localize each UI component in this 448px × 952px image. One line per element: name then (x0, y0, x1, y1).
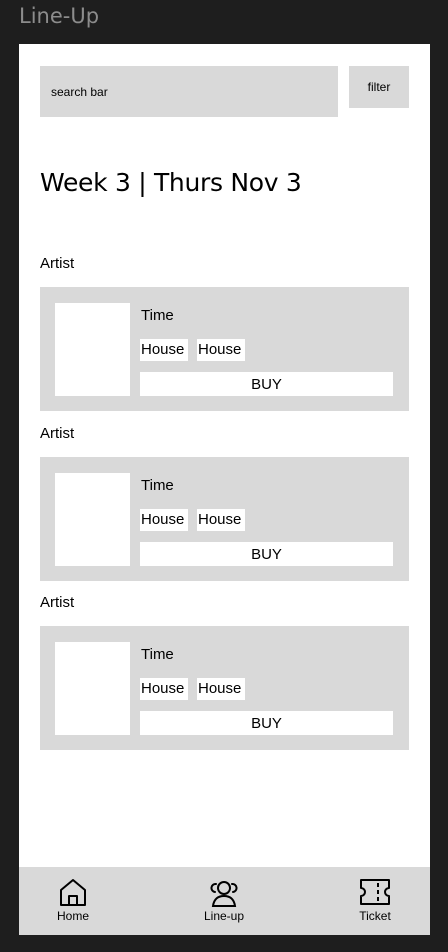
people-icon (210, 881, 238, 907)
artist-image (55, 303, 130, 396)
app-screen: search bar filter Week 3 | Thurs Nov 3 A… (19, 44, 430, 935)
genre-tag: House (197, 678, 245, 700)
buy-button[interactable]: BUY (140, 542, 393, 566)
tab-line-up[interactable]: Line-up (184, 875, 264, 923)
genre-tag: House (140, 509, 188, 531)
genre-tag: House (197, 339, 245, 361)
tab-ticket-label: Ticket (359, 909, 391, 923)
home-icon (60, 879, 86, 906)
artist-card: Time House House BUY (40, 287, 409, 411)
search-placeholder: search bar (51, 84, 108, 99)
search-input[interactable]: search bar (40, 66, 338, 117)
genre-tag: House (197, 509, 245, 531)
artist-name: Artist (40, 255, 75, 272)
artist-card: Time House House BUY (40, 626, 409, 750)
tab-line-up-label: Line-up (203, 909, 245, 923)
artist-image (55, 473, 130, 566)
ticket-icon (360, 879, 390, 905)
artist-card: Time House House BUY (40, 457, 409, 581)
filter-button[interactable]: filter (349, 66, 409, 108)
artist-name: Artist (40, 425, 75, 442)
filter-label: filter (367, 80, 391, 94)
genre-tag: House (140, 678, 188, 700)
buy-button[interactable]: BUY (140, 711, 393, 735)
tab-home[interactable]: Home (33, 875, 113, 923)
set-time: Time (141, 646, 174, 663)
set-time: Time (141, 307, 174, 324)
set-time: Time (141, 477, 174, 494)
artist-image (55, 642, 130, 735)
page-title: Week 3 | Thurs Nov 3 (40, 168, 302, 197)
tab-ticket[interactable]: Ticket (335, 875, 415, 923)
bottom-tab-bar: Home Line-up Ticket (19, 867, 430, 935)
tab-home-label: Home (56, 909, 89, 923)
buy-button[interactable]: BUY (140, 372, 393, 396)
artist-name: Artist (40, 594, 75, 611)
genre-tag: House (140, 339, 188, 361)
frame-title: Line-Up (19, 4, 100, 28)
